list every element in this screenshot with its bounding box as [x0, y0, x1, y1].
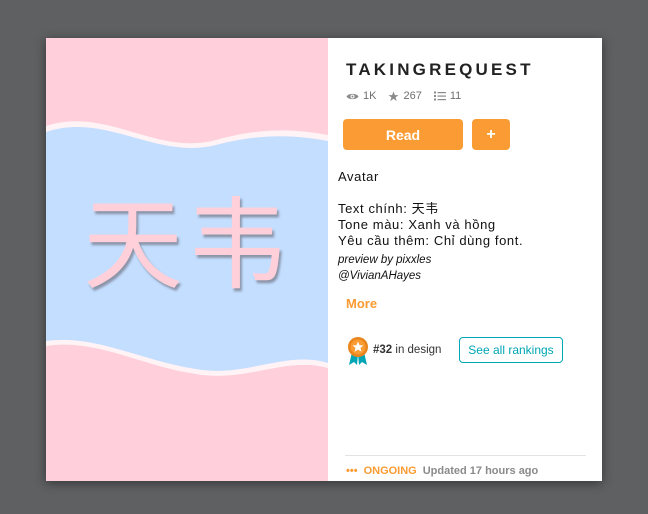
- more-link[interactable]: More: [346, 296, 377, 311]
- story-card: 天韦 TAKINGREQUEST 1K 267 11 Read + Avatar…: [46, 38, 602, 481]
- ranking-text: #32 in design: [373, 344, 441, 356]
- story-cover[interactable]: 天韦: [46, 38, 328, 481]
- votes-count: 267: [403, 90, 422, 102]
- parts-stat: 11: [433, 90, 462, 102]
- description-line: Text chính: 天韦: [338, 201, 439, 216]
- star-icon: [388, 90, 400, 102]
- reads-stat: 1K: [346, 90, 376, 102]
- reads-count: 1K: [363, 90, 377, 102]
- author-handle: @VivianAHayes: [338, 270, 422, 282]
- preview-credit: preview by pixxles: [338, 254, 432, 266]
- votes-stat: 267: [388, 90, 422, 102]
- story-stats: 1K 267 11: [346, 90, 461, 102]
- cover-title-text: 天韦: [83, 187, 291, 304]
- story-title[interactable]: TAKINGREQUEST: [346, 60, 534, 80]
- ribbon-badge-icon: [346, 336, 370, 371]
- read-button[interactable]: Read: [343, 119, 463, 150]
- see-all-rankings-button[interactable]: See all rankings: [459, 337, 563, 363]
- rank-category: in design: [392, 344, 442, 356]
- rank-number: #32: [373, 344, 393, 356]
- parts-count: 11: [449, 90, 462, 102]
- eye-icon: [346, 92, 359, 101]
- description-line: Avatar: [338, 169, 379, 184]
- list-icon: [433, 91, 446, 101]
- status-badge: ONGOING: [363, 465, 417, 477]
- story-info-panel: TAKINGREQUEST 1K 267 11 Read + Avatar Te…: [338, 38, 594, 481]
- divider: [345, 455, 586, 456]
- add-to-list-button[interactable]: +: [472, 119, 510, 150]
- story-status: ••• ONGOING Updated 17 hours ago: [346, 465, 538, 477]
- description-line: Tone màu: Xanh và hồng: [338, 217, 496, 232]
- updated-timestamp: Updated 17 hours ago: [422, 465, 539, 477]
- story-description: Avatar Text chính: 天韦 Tone màu: Xanh và …: [338, 169, 594, 284]
- status-dots: •••: [346, 465, 358, 477]
- description-line: Yêu cầu thêm: Chỉ dùng font.: [338, 233, 524, 248]
